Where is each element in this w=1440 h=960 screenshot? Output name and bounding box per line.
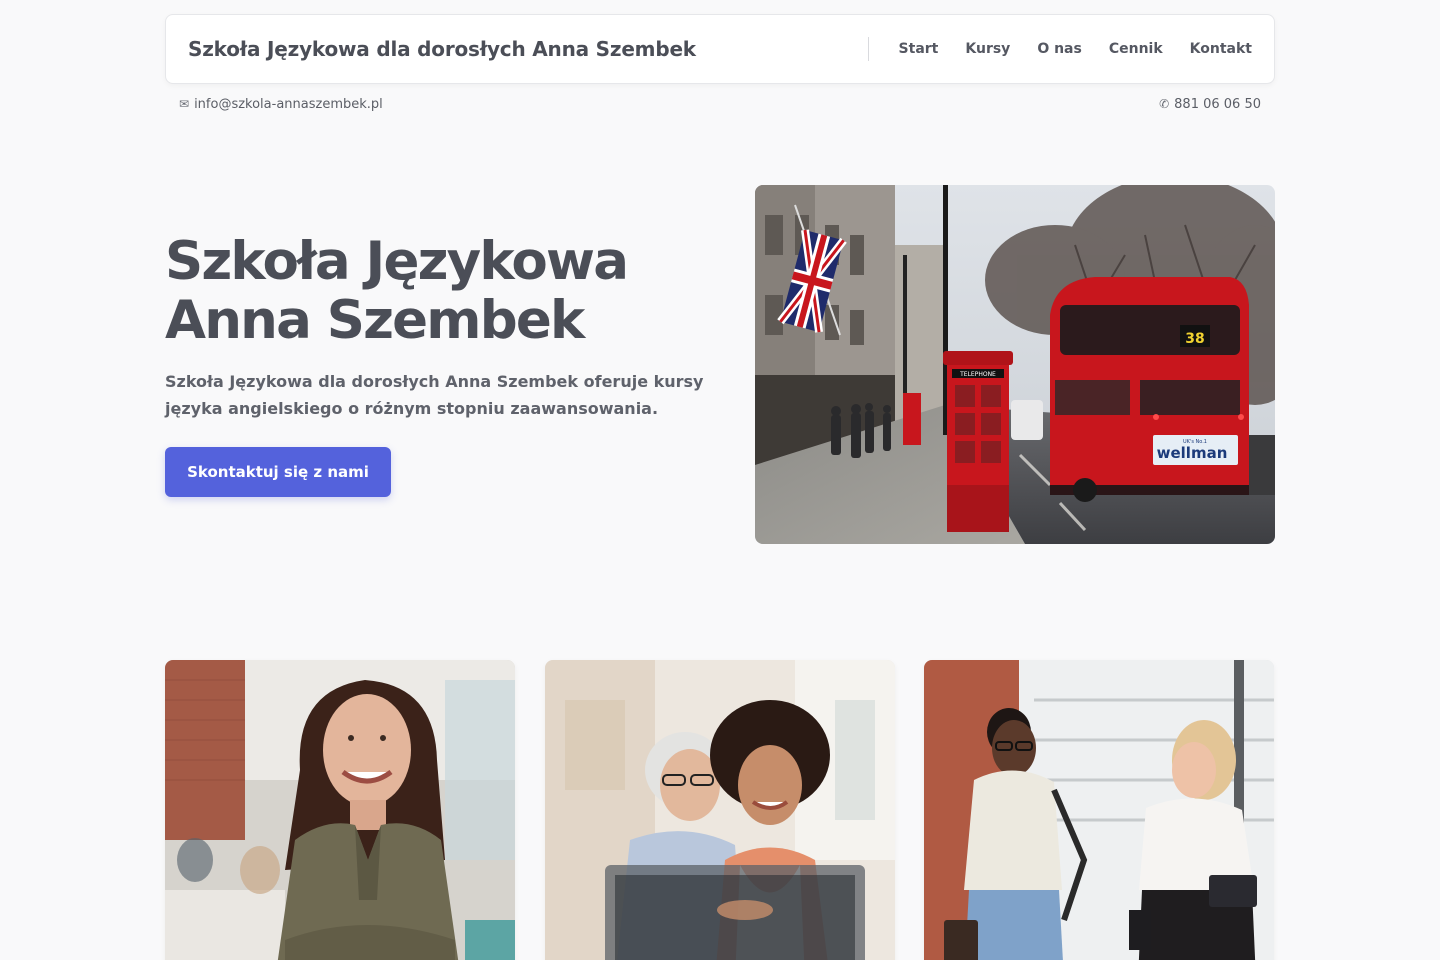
teacher-portrait-illustration — [165, 660, 515, 960]
main-navbar: Szkoła Językowa dla dorosłych Anna Szemb… — [165, 14, 1275, 84]
nav-link-start[interactable]: Start — [899, 41, 939, 57]
envelope-icon: ✉ — [179, 97, 190, 111]
hero-title-line-2: Anna Szembek — [165, 290, 585, 351]
hero-title: Szkoła Językowa Anna Szembek — [165, 232, 725, 350]
nav-link-kontakt[interactable]: Kontakt — [1190, 41, 1252, 57]
email-contact[interactable]: ✉ info@szkola-annaszembek.pl — [179, 97, 383, 112]
bus-route-number: 38 — [1185, 331, 1204, 347]
nav-link-kursy[interactable]: Kursy — [965, 41, 1010, 57]
contact-us-button[interactable]: Skontaktuj się z nami — [165, 447, 391, 497]
walking-students-illustration — [924, 660, 1274, 960]
students-photo-card — [545, 660, 895, 960]
nav-link-o-nas[interactable]: O nas — [1037, 41, 1082, 57]
contact-bar: ✉ info@szkola-annaszembek.pl ✆ 881 06 06… — [179, 94, 1261, 114]
nav-right: Start Kursy O nas Cennik Kontakt — [867, 15, 1252, 83]
site-brand[interactable]: Szkoła Językowa dla dorosłych Anna Szemb… — [188, 37, 696, 61]
nav-link-cennik[interactable]: Cennik — [1109, 41, 1163, 57]
phone-contact[interactable]: ✆ 881 06 06 50 — [1159, 97, 1261, 112]
hero-title-line-1: Szkoła Językowa — [165, 231, 629, 292]
walking-students-photo-card — [924, 660, 1274, 960]
teacher-photo-card — [165, 660, 515, 960]
students-illustration — [545, 660, 895, 960]
london-street-image: TELEPHONE 38 UK's No.1 wellman — [755, 185, 1275, 544]
phone-box-sign: TELEPHONE — [959, 371, 996, 378]
email-address[interactable]: info@szkola-annaszembek.pl — [194, 97, 383, 112]
london-street-illustration: TELEPHONE 38 UK's No.1 wellman — [755, 185, 1275, 544]
phone-icon: ✆ — [1159, 97, 1170, 111]
hero-subtitle: Szkoła Językowa dla dorosłych Anna Szemb… — [165, 372, 704, 418]
nav-links: Start Kursy O nas Cennik Kontakt — [899, 41, 1252, 57]
bus-ad-brand: wellman — [1157, 444, 1228, 462]
nav-divider — [867, 37, 869, 61]
phone-number[interactable]: 881 06 06 50 — [1174, 97, 1261, 112]
